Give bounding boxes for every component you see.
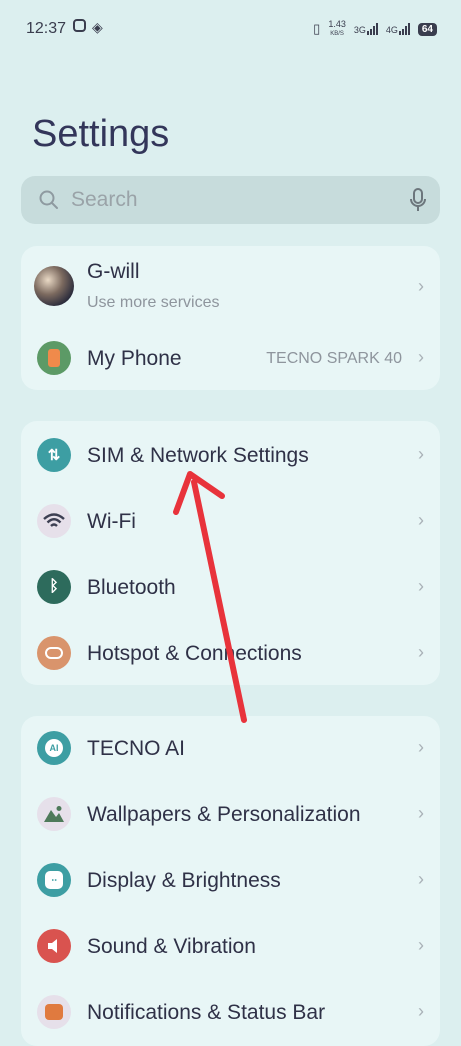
account-row[interactable]: G-will Use more services › [21,254,440,316]
tecno-ai-row[interactable]: AI TECNO AI › [21,718,440,778]
wallpapers-label: Wallpapers & Personalization [87,803,361,826]
notifications-label: Notifications & Status Bar [87,1001,326,1024]
chevron-right-icon: › [418,576,424,596]
chevron-right-icon: › [418,737,424,757]
wallpapers-row[interactable]: Wallpapers & Personalization › [21,784,440,844]
account-subtitle: Use more services [87,294,220,311]
system-card: AI TECNO AI › Wallpapers & Personalizati… [21,716,440,1046]
vibrate-icon: ▯ [313,21,321,36]
ai-icon: AI [37,731,71,765]
wallpaper-icon [37,797,71,831]
net-speed-unit: KB/S [330,31,344,37]
hotspot-icon [37,636,71,670]
sim-network-row[interactable]: ⇅ SIM & Network Settings › [21,425,440,485]
sim-icon: ⇅ [37,438,71,472]
bluetooth-label: Bluetooth [87,576,176,599]
instagram-icon [73,19,86,32]
network-type-1: 3G [353,25,366,35]
wifi-label: Wi-Fi [87,510,136,533]
display-row[interactable]: ᐧᐧ Display & Brightness › [21,850,440,910]
chevron-right-icon: › [418,347,424,367]
avatar [34,266,74,306]
net-speed-value: 1.43 [328,19,346,29]
display-icon: ᐧᐧ [37,863,71,897]
app-notification-icon: ◈ [92,19,103,35]
my-phone-label: My Phone [87,347,182,370]
search-icon [39,190,58,209]
bluetooth-row[interactable]: ᛒ Bluetooth › [21,557,440,617]
chevron-right-icon: › [418,276,424,296]
account-card: G-will Use more services › My Phone TECN… [21,246,440,390]
hotspot-label: Hotspot & Connections [87,642,302,665]
signal-icon [398,23,410,35]
battery-indicator: 64 [417,22,437,36]
search-bar[interactable] [21,176,440,224]
chevron-right-icon: › [418,1001,424,1021]
signal-icon [366,23,378,35]
tecno-ai-label: TECNO AI [87,737,186,760]
my-phone-model: TECNO SPARK 40 [266,350,402,367]
chevron-right-icon: › [418,869,424,889]
chevron-right-icon: › [418,803,424,823]
network-type-2: 4G [385,25,398,35]
hotspot-row[interactable]: Hotspot & Connections › [21,623,440,683]
network-card: ⇅ SIM & Network Settings › Wi-Fi › ᛒ Blu… [21,421,440,685]
sound-icon [37,929,71,963]
wifi-row[interactable]: Wi-Fi › [21,491,440,551]
my-phone-row[interactable]: My Phone TECNO SPARK 40 › [21,328,440,388]
display-label: Display & Brightness [87,869,281,892]
chevron-right-icon: › [418,935,424,955]
microphone-icon[interactable] [410,188,426,212]
sound-row[interactable]: Sound & Vibration › [21,916,440,976]
notifications-row[interactable]: Notifications & Status Bar › [21,982,440,1042]
search-input[interactable] [69,187,373,213]
chevron-right-icon: › [418,510,424,530]
account-name: G-will [87,260,140,283]
sim-network-label: SIM & Network Settings [87,444,309,467]
status-bar: 12:37 ◈ ▯ 1.43 KB/S 3G 4G 64 [0,0,461,58]
chevron-right-icon: › [418,444,424,464]
sound-label: Sound & Vibration [87,935,256,958]
wifi-icon [37,504,71,538]
bluetooth-icon: ᛒ [37,570,71,604]
page-title: Settings [32,113,170,155]
chevron-right-icon: › [418,642,424,662]
phone-icon [37,341,71,375]
status-time: 12:37 [26,20,67,37]
